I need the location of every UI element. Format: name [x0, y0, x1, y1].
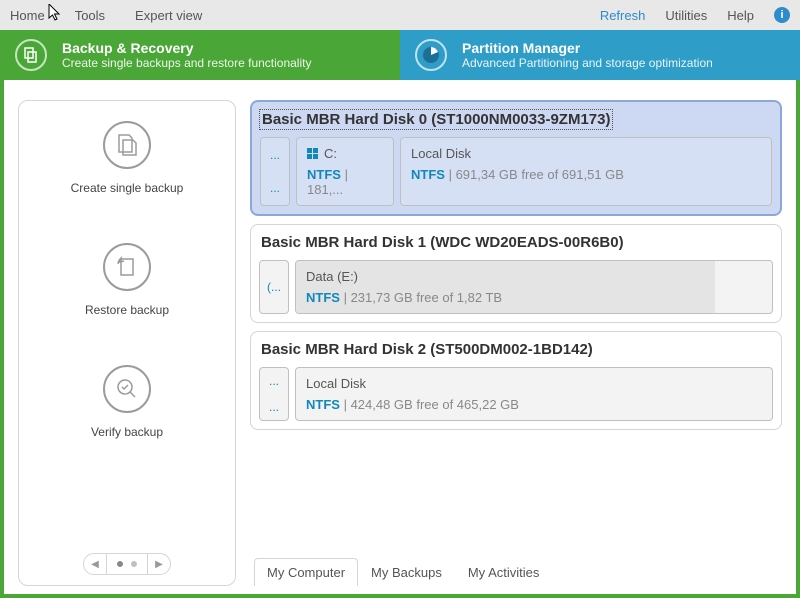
- verify-backup-label: Verify backup: [91, 425, 163, 439]
- disk-1-partition-data[interactable]: Data (E:) NTFS | 231,73 GB free of 1,82 …: [295, 260, 773, 314]
- restore-backup-icon: [103, 243, 151, 291]
- create-backup-icon: [103, 121, 151, 169]
- restore-backup[interactable]: Restore backup: [85, 243, 169, 317]
- menu-refresh[interactable]: Refresh: [600, 8, 646, 23]
- verify-backup-icon: [103, 365, 151, 413]
- disk-2[interactable]: Basic MBR Hard Disk 2 (ST500DM002-1BD142…: [250, 331, 782, 430]
- menu-home[interactable]: Home: [10, 8, 45, 23]
- tab-backup-subtitle: Create single backups and restore functi…: [62, 56, 311, 70]
- disk-1-reserved[interactable]: (...: [259, 260, 289, 314]
- bottom-tabs: My Computer My Backups My Activities: [254, 558, 782, 586]
- disk-0[interactable]: Basic MBR Hard Disk 0 (ST1000NM0033-9ZM1…: [250, 100, 782, 216]
- tab-my-computer[interactable]: My Computer: [254, 558, 358, 586]
- disk-2-title: Basic MBR Hard Disk 2 (ST500DM002-1BD142…: [259, 340, 773, 359]
- pager-dot-1[interactable]: [117, 561, 123, 567]
- disk-0-title: Basic MBR Hard Disk 0 (ST1000NM0033-9ZM1…: [260, 110, 612, 129]
- disk-2-partition-local[interactable]: Local Disk NTFS | 424,48 GB free of 465,…: [295, 367, 773, 421]
- verify-backup[interactable]: Verify backup: [91, 365, 163, 439]
- pager-prev[interactable]: ◀: [84, 554, 106, 574]
- disk-0-partition-local[interactable]: Local Disk NTFS | 691,34 GB free of 691,…: [400, 137, 772, 206]
- sidebar-pager: ◀ ▶: [83, 553, 171, 575]
- pager-next[interactable]: ▶: [148, 554, 170, 574]
- disk-list: Basic MBR Hard Disk 0 (ST1000NM0033-9ZM1…: [250, 100, 782, 552]
- tab-my-activities[interactable]: My Activities: [455, 558, 553, 586]
- disk-1[interactable]: Basic MBR Hard Disk 1 (WDC WD20EADS-00R6…: [250, 224, 782, 323]
- disk-0-partition-c[interactable]: C: NTFS | 181,...: [296, 137, 394, 206]
- menu-help[interactable]: Help: [727, 8, 754, 23]
- disk-0-reserved[interactable]: ......: [260, 137, 290, 206]
- restore-backup-label: Restore backup: [85, 303, 169, 317]
- windows-icon: [307, 148, 318, 159]
- menu-tools[interactable]: Tools: [75, 8, 105, 23]
- disk-2-reserved[interactable]: ......: [259, 367, 289, 421]
- tab-partition-manager[interactable]: Partition Manager Advanced Partitioning …: [400, 30, 800, 80]
- create-backup-label: Create single backup: [71, 181, 184, 195]
- create-single-backup[interactable]: Create single backup: [71, 121, 184, 195]
- partition-icon: [415, 39, 447, 71]
- tab-backup-recovery[interactable]: Backup & Recovery Create single backups …: [0, 30, 400, 80]
- tab-my-backups[interactable]: My Backups: [358, 558, 455, 586]
- tab-partition-title: Partition Manager: [462, 40, 713, 56]
- sidebar: Create single backup Restore backup Veri…: [18, 100, 236, 586]
- tab-partition-subtitle: Advanced Partitioning and storage optimi…: [462, 56, 713, 70]
- disk-1-title: Basic MBR Hard Disk 1 (WDC WD20EADS-00R6…: [259, 233, 773, 252]
- info-icon[interactable]: i: [774, 7, 790, 23]
- pager-dot-2[interactable]: [131, 561, 137, 567]
- backup-icon: [15, 39, 47, 71]
- menu-expert-view[interactable]: Expert view: [135, 8, 202, 23]
- tab-backup-title: Backup & Recovery: [62, 40, 311, 56]
- menu-utilities[interactable]: Utilities: [665, 8, 707, 23]
